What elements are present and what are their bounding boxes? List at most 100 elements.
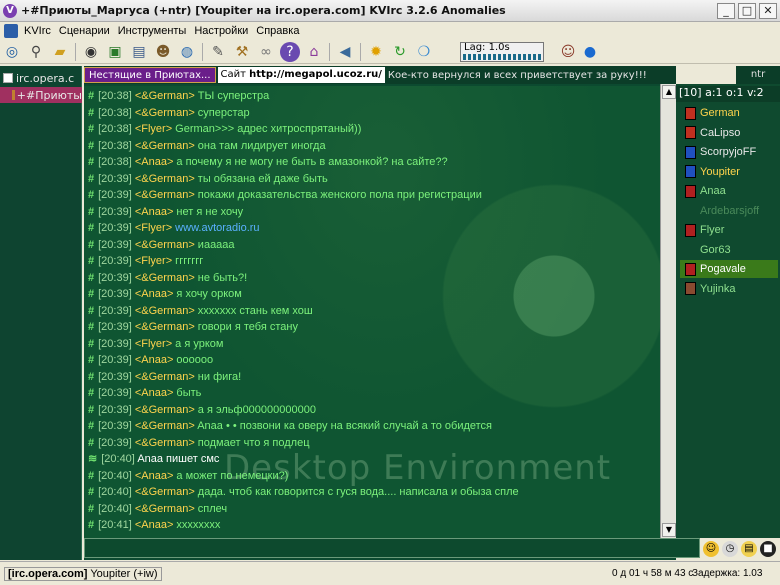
chat-line: # [20:39] <&German> ты обязана ей даже бы… [88, 171, 328, 188]
chat-nick[interactable]: <&German> [135, 321, 195, 333]
chat-nick[interactable]: <&German> [135, 90, 195, 102]
user-entry[interactable]: Gor63 [680, 241, 778, 259]
server-icon[interactable]: ▣ [105, 42, 125, 62]
chat-timestamp: [20:39] [98, 420, 132, 432]
globe-icon[interactable]: ◍ [177, 42, 197, 62]
eye-icon[interactable]: ◉ [81, 42, 101, 62]
tree-channel-row[interactable]: +#Приюты [0, 87, 82, 103]
chat-nick[interactable]: <&German> [135, 140, 195, 152]
chat-nick[interactable]: <&German> [135, 305, 195, 317]
topic-url[interactable]: http://megapol.ucoz.ru/ [249, 69, 382, 80]
tools-icon[interactable]: ⚒ [232, 42, 252, 62]
chat-nick[interactable]: <&German> [135, 503, 195, 515]
user-entry[interactable]: German [680, 104, 778, 122]
chat-nick[interactable]: <Flyer> [135, 123, 172, 135]
home-icon[interactable]: ⌂ [304, 42, 324, 62]
app-menu-icon [4, 24, 18, 38]
history-icon[interactable]: ◷ [722, 541, 738, 557]
chat-output[interactable]: Desktop Environment # [20:38] <&German> Т… [84, 86, 660, 538]
options-icon[interactable]: ✎ [208, 42, 228, 62]
network-icon[interactable]: ▤ [129, 42, 149, 62]
chat-line: # [20:38] <&German> суперстар [88, 105, 250, 122]
status-lag: Задержка: 1.03 [692, 568, 763, 579]
menu-kvirc[interactable]: KVIrc [20, 25, 55, 37]
help-icon[interactable]: ? [280, 41, 300, 62]
sun-icon[interactable]: ✹ [366, 42, 386, 62]
chat-nick[interactable]: <&German> [135, 486, 195, 498]
scroll-up-arrow[interactable]: ▲ [662, 85, 676, 99]
user-entry[interactable]: CaLipso [680, 124, 778, 142]
toolbar-separator [329, 42, 330, 61]
chat-nick[interactable]: <Anaa> [135, 156, 174, 168]
chat-timestamp: [20:40] [101, 453, 135, 465]
chat-message: быть [173, 387, 202, 399]
users-icon[interactable]: ☻ [153, 42, 173, 62]
user-entry[interactable]: Yujinka [680, 280, 778, 298]
chat-nick[interactable]: <&German> [135, 189, 195, 201]
chat-nick[interactable]: <Anaa> [135, 470, 174, 482]
minimize-button[interactable]: _ [717, 2, 735, 19]
chat-nick[interactable]: <&German> [135, 239, 195, 251]
emoticon-icon[interactable]: ☺ [703, 541, 719, 557]
chat-timestamp: [20:40] [98, 502, 132, 515]
topic-bar[interactable]: Нестящие в Приютах... Сайт http://megapo… [84, 66, 676, 84]
chat-nick[interactable]: <Flyer> [135, 338, 172, 350]
chat-nick[interactable]: <Anaa> [135, 288, 174, 300]
title-bar: V +#Приюты_Маргуса (+ntr) [Youpiter на i… [0, 0, 780, 22]
scroll-down-arrow[interactable]: ▼ [662, 523, 676, 537]
chat-nick[interactable]: <Anaa> [135, 519, 174, 531]
away-icon[interactable]: ☺ [558, 42, 578, 62]
chat-nick[interactable]: <&German> [135, 437, 195, 449]
toolbar-separator [360, 42, 361, 61]
menu-settings[interactable]: Настройки [190, 25, 252, 37]
chat-nick[interactable]: <&German> [135, 173, 195, 185]
chat-message: а я эльф000000000000 [194, 403, 316, 416]
chat-nick[interactable]: <&German> [135, 107, 195, 119]
user-list-header: [10] a:1 o:1 v:2 [676, 86, 780, 102]
user-entry[interactable]: Flyer [680, 221, 778, 239]
close-button[interactable]: ✕ [759, 2, 777, 19]
chat-nick[interactable]: <Flyer> [135, 255, 172, 267]
chat-nick[interactable]: <Anaa> [135, 206, 174, 218]
refresh-icon[interactable]: ↻ [390, 42, 410, 62]
chat-line: # [20:39] <Flyer> а я урком [88, 336, 223, 353]
chat-bubble-icon[interactable]: ❍ [414, 42, 434, 62]
connect-icon[interactable]: ◎ [2, 42, 22, 62]
chat-nick[interactable]: <&German> [135, 404, 195, 416]
user-entry[interactable]: Youpiter [680, 163, 778, 181]
menu-scripts[interactable]: Сценарии [55, 25, 114, 37]
chat-nick[interactable]: <Flyer> [135, 222, 172, 234]
user-entry[interactable]: Ardebarsjoff [680, 202, 778, 220]
chat-timestamp: [20:38] [98, 123, 132, 135]
chat-nick[interactable]: <&German> [135, 272, 195, 284]
channel-hash-icon: # [88, 90, 95, 102]
world-icon[interactable]: ● [580, 42, 600, 62]
tree-channel-label: +#Приюты [16, 88, 82, 102]
link-icon[interactable]: ∞ [256, 42, 276, 62]
chat-nick[interactable]: <Anaa> [135, 354, 174, 366]
status-mode: (+iw) [133, 567, 158, 580]
chat-line: # [20:39] <&German> не быть?! [88, 270, 247, 287]
menu-help[interactable]: Справка [252, 25, 303, 37]
menu-tools[interactable]: Инструменты [114, 25, 191, 37]
sound-icon[interactable]: ◀ [335, 42, 355, 62]
search-icon[interactable]: ⚲ [26, 42, 46, 62]
chat-nick[interactable]: <&German> [135, 420, 195, 432]
chat-message: Anaa пишет смс [137, 453, 220, 465]
channel-hash-icon: # [88, 403, 95, 416]
chat-nick[interactable]: <&German> [135, 371, 195, 383]
chat-timestamp: [20:40] [98, 486, 132, 498]
channel-hash-icon: # [88, 123, 95, 135]
user-entry[interactable]: ScorpyjoFF [680, 143, 778, 161]
tree-server-row[interactable]: irc.opera.c [0, 70, 82, 86]
chat-timestamp: [20:39] [98, 189, 132, 201]
multiline-icon[interactable]: ▤ [741, 541, 757, 557]
command-icon[interactable]: ■ [760, 541, 776, 557]
maximize-button[interactable]: □ [738, 2, 756, 19]
folder-icon[interactable]: ▰ [50, 42, 70, 62]
user-entry[interactable]: Pogavale [680, 260, 778, 278]
user-entry[interactable]: Anaa [680, 182, 778, 200]
chat-scrollbar[interactable]: ▲ ▼ [660, 84, 676, 538]
chat-nick[interactable]: <Anaa> [135, 387, 174, 399]
message-input[interactable] [84, 538, 700, 558]
